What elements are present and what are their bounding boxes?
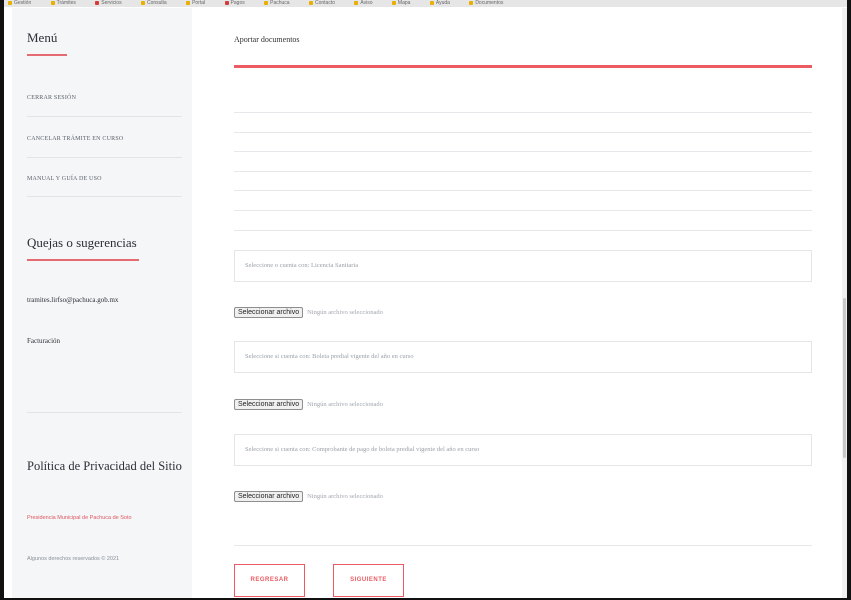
bookmark-icon: [354, 0, 359, 5]
scrollbar[interactable]: [842, 8, 847, 598]
bookmark[interactable]: Mapa: [388, 0, 410, 7]
privacy-title[interactable]: Política de Privacidad del Sitio: [27, 459, 182, 474]
sidebar: Menú CERRAR SESIÓN CANCELAR TRÁMITE EN C…: [12, 8, 192, 598]
select-file-button[interactable]: Seleccionar archivo: [234, 490, 304, 502]
bookmark-icon: [469, 0, 474, 5]
bookmark[interactable]: Contacto: [305, 0, 335, 7]
bookmark-icon: [95, 0, 100, 5]
divider: [27, 157, 182, 158]
divider: [234, 230, 812, 231]
file-status: Ningún archivo seleccionado: [307, 492, 383, 500]
bookmark-icon: [308, 0, 313, 5]
divider: [27, 412, 182, 413]
bookmark[interactable]: Pachuca: [260, 0, 290, 7]
facturacion-link[interactable]: Facturación: [27, 337, 60, 345]
back-button[interactable]: REGRESAR: [234, 564, 305, 597]
browser-screen: Gestión Trámites Servicios Consulta Port…: [4, 0, 847, 598]
divider: [234, 151, 812, 152]
divider: [234, 112, 812, 113]
divider: [234, 545, 812, 546]
select-file-button[interactable]: Seleccionar archivo: [234, 306, 304, 318]
bookmark[interactable]: Pagos: [221, 0, 245, 7]
contact-email-link[interactable]: tramites.lirfso@pachuca.gob.mx: [27, 296, 118, 304]
divider: [27, 116, 182, 117]
bookmark-icon: [429, 0, 434, 5]
divider: [234, 132, 812, 133]
bookmark[interactable]: Trámites: [47, 0, 76, 7]
divider: [234, 190, 812, 191]
bookmark-icon: [50, 0, 55, 5]
quejas-title: Quejas o sugerencias: [27, 235, 137, 250]
boleta-predial-field[interactable]: Seleccione si cuenta con: Boleta predial…: [234, 341, 812, 373]
rights-text: Algunos derechos reservados © 2021: [27, 556, 120, 562]
divider: [27, 196, 182, 197]
sidebar-item-cancelar-tramite[interactable]: CANCELAR TRÁMITE EN CURSO: [27, 136, 177, 142]
main-content: Aportar documentos Seleccione o cuenta c…: [192, 8, 847, 598]
quejas-title-underline: [27, 259, 139, 261]
bookmark-icon: [391, 0, 396, 5]
file-status: Ningún archivo seleccionado: [307, 308, 383, 316]
next-button[interactable]: SIGUIENTE: [333, 564, 404, 597]
sidebar-item-manual[interactable]: MANUAL Y GUÍA DE USO: [27, 176, 177, 182]
bookmarks-bar: Gestión Trámites Servicios Consulta Port…: [4, 0, 847, 7]
bookmark[interactable]: Documentos: [465, 0, 503, 7]
licencia-file-picker: Seleccionar archivo Ningún archivo selec…: [234, 303, 383, 321]
scrollbar-thumb[interactable]: [843, 298, 846, 458]
section-title-underline: [234, 65, 812, 68]
divider: [234, 171, 812, 172]
select-file-button[interactable]: Seleccionar archivo: [234, 398, 304, 410]
bookmark[interactable]: Portal: [182, 0, 205, 7]
bookmark[interactable]: Aviso: [350, 0, 373, 7]
bookmark-icon: [186, 0, 191, 5]
bookmark-icon: [264, 0, 269, 5]
bookmark-icon: [224, 0, 229, 5]
boleta-file-picker: Seleccionar archivo Ningún archivo selec…: [234, 395, 383, 413]
comprobante-file-picker: Seleccionar archivo Ningún archivo selec…: [234, 487, 383, 505]
sidebar-item-cerrar-sesion[interactable]: CERRAR SESIÓN: [27, 95, 177, 101]
bookmark[interactable]: Servicios: [91, 0, 122, 7]
menu-title: Menú: [27, 30, 58, 45]
section-title: Aportar documentos: [234, 35, 300, 44]
bookmark[interactable]: Ayuda: [426, 0, 450, 7]
bookmark-icon: [8, 0, 12, 5]
bookmark[interactable]: Consulta: [137, 0, 167, 7]
bookmark-icon: [140, 0, 145, 5]
privacy-link[interactable]: Presidencia Municipal de Pachuca de Soto: [27, 515, 132, 521]
divider: [234, 210, 812, 211]
licencia-sanitaria-field[interactable]: Seleccione o cuenta con: Licencia Sanita…: [234, 250, 812, 282]
comprobante-pago-field[interactable]: Seleccione si cuenta con: Comprobante de…: [234, 434, 812, 466]
bookmark[interactable]: Gestión: [4, 0, 31, 7]
file-status: Ningún archivo seleccionado: [307, 400, 383, 408]
menu-title-underline: [27, 54, 67, 56]
